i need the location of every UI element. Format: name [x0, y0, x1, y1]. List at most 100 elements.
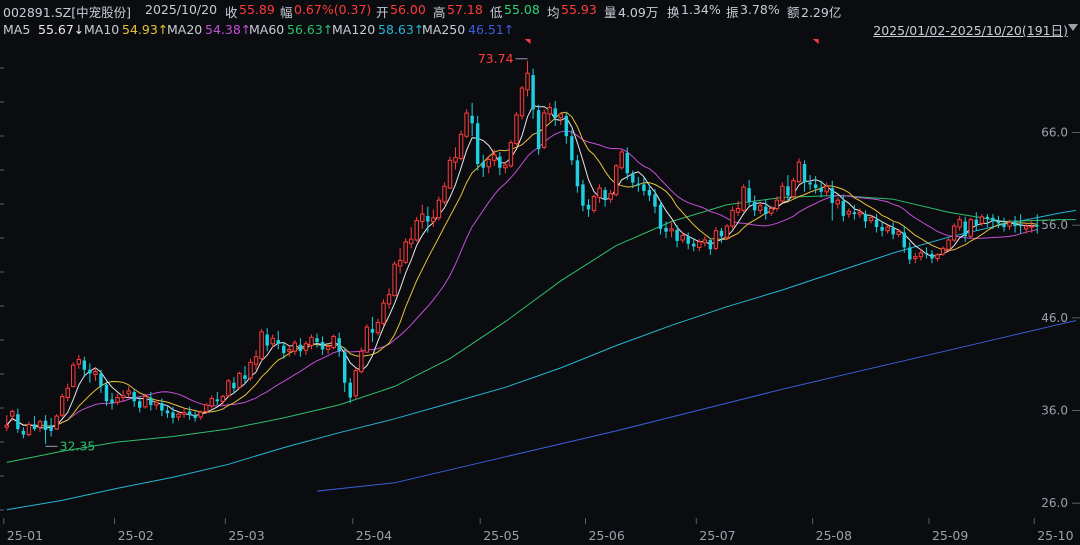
candle-body[interactable] — [603, 189, 607, 200]
candle-body[interactable] — [636, 183, 641, 186]
candle-body[interactable] — [442, 185, 447, 203]
candle-body[interactable] — [697, 241, 702, 248]
candle-body[interactable] — [431, 217, 436, 222]
candle-body[interactable] — [896, 231, 901, 235]
candle-body[interactable] — [913, 256, 918, 260]
candle-body[interactable] — [769, 208, 774, 214]
candle-body[interactable] — [16, 414, 20, 430]
candle-body[interactable] — [642, 184, 646, 191]
candle-body[interactable] — [924, 252, 929, 254]
candle-body[interactable] — [874, 219, 879, 228]
candle-body[interactable] — [508, 142, 514, 167]
candle-body[interactable] — [331, 335, 336, 348]
candle-body[interactable] — [531, 75, 535, 110]
candle-body[interactable] — [481, 162, 485, 168]
candle-body[interactable] — [857, 211, 863, 215]
candle-body[interactable] — [232, 382, 236, 389]
candle-body[interactable] — [386, 294, 392, 305]
candle-body[interactable] — [1035, 225, 1039, 227]
candle-body[interactable] — [282, 345, 286, 354]
candle-body[interactable] — [846, 210, 852, 215]
candle-body[interactable] — [498, 156, 502, 168]
candle-body[interactable] — [187, 411, 192, 416]
candle-body[interactable] — [863, 214, 868, 222]
candle-body[interactable] — [403, 241, 408, 263]
candle-body[interactable] — [110, 399, 114, 404]
event-marker-icon[interactable] — [812, 39, 819, 44]
candle-body[interactable] — [420, 213, 425, 222]
candle-body[interactable] — [165, 410, 170, 414]
candle-body[interactable] — [570, 136, 574, 161]
candle-body[interactable] — [337, 338, 341, 352]
candle-body[interactable] — [408, 238, 414, 245]
candle-body[interactable] — [791, 180, 796, 197]
candle-body[interactable] — [1013, 222, 1017, 227]
candle-body[interactable] — [669, 228, 674, 232]
candle-body[interactable] — [503, 164, 508, 169]
candle-body[interactable] — [397, 259, 403, 267]
candle-body[interactable] — [613, 165, 619, 196]
candle-body[interactable] — [71, 364, 76, 387]
date-range-link[interactable]: 2025/01/02-2025/10/20(191日) — [873, 20, 1068, 39]
candle-body[interactable] — [608, 193, 613, 200]
candle-body[interactable] — [370, 328, 375, 333]
candle-body[interactable] — [436, 199, 442, 219]
candle-body[interactable] — [126, 390, 131, 395]
candle-body[interactable] — [675, 229, 679, 241]
candle-body[interactable] — [176, 413, 181, 418]
candle-body[interactable] — [824, 185, 829, 193]
candle-body[interactable] — [951, 225, 957, 241]
candle-body[interactable] — [908, 247, 912, 260]
candle-body[interactable] — [541, 112, 547, 148]
candle-body[interactable] — [486, 158, 491, 168]
candle-body[interactable] — [149, 397, 153, 405]
candle-body[interactable] — [852, 212, 857, 215]
candle-body[interactable] — [946, 239, 951, 250]
candle-body[interactable] — [315, 338, 319, 342]
candle-body[interactable] — [880, 227, 884, 231]
candle-body[interactable] — [713, 230, 719, 249]
candle-body[interactable] — [553, 108, 557, 118]
candle-body[interactable] — [719, 230, 724, 237]
candle-body[interactable] — [193, 415, 197, 418]
candle-body[interactable] — [680, 234, 685, 241]
candle-body[interactable] — [519, 87, 525, 117]
candle-body[interactable] — [708, 240, 713, 250]
event-marker-icon[interactable] — [524, 39, 531, 44]
candle-body[interactable] — [364, 326, 370, 353]
candle-body[interactable] — [808, 182, 812, 185]
candle-body[interactable] — [320, 341, 325, 350]
candle-body[interactable] — [735, 208, 741, 213]
candle-body[interactable] — [525, 72, 530, 91]
candle-body[interactable] — [647, 189, 652, 196]
candle-body[interactable] — [4, 424, 9, 428]
candle-body[interactable] — [747, 188, 751, 203]
candle-body[interactable] — [786, 186, 790, 196]
candle-body[interactable] — [935, 254, 940, 260]
candle-body[interactable] — [581, 184, 585, 206]
candle-body[interactable] — [902, 232, 906, 248]
candle-body[interactable] — [558, 113, 563, 119]
candle-body[interactable] — [547, 106, 552, 115]
candle-body[interactable] — [930, 253, 934, 259]
candle-body[interactable] — [287, 348, 292, 352]
candle-body[interactable] — [392, 263, 397, 297]
dropdown-caret-icon[interactable] — [1068, 24, 1078, 31]
candle-body[interactable] — [115, 397, 120, 403]
candle-body[interactable] — [381, 302, 386, 324]
candle-body[interactable] — [93, 371, 98, 375]
candle-body[interactable] — [88, 369, 92, 374]
candle-body[interactable] — [586, 204, 591, 210]
candle-body[interactable] — [138, 401, 142, 408]
candle-body[interactable] — [303, 343, 309, 351]
candle-body[interactable] — [154, 401, 159, 406]
candle-body[interactable] — [758, 205, 763, 211]
candle-body[interactable] — [774, 199, 780, 210]
candle-body[interactable] — [104, 384, 109, 402]
candle-body[interactable] — [65, 387, 70, 399]
candle-body[interactable] — [885, 226, 890, 232]
candle-body[interactable] — [160, 403, 164, 411]
candle-body[interactable] — [276, 340, 280, 344]
candle-body[interactable] — [841, 201, 846, 216]
candle-body[interactable] — [237, 372, 242, 388]
